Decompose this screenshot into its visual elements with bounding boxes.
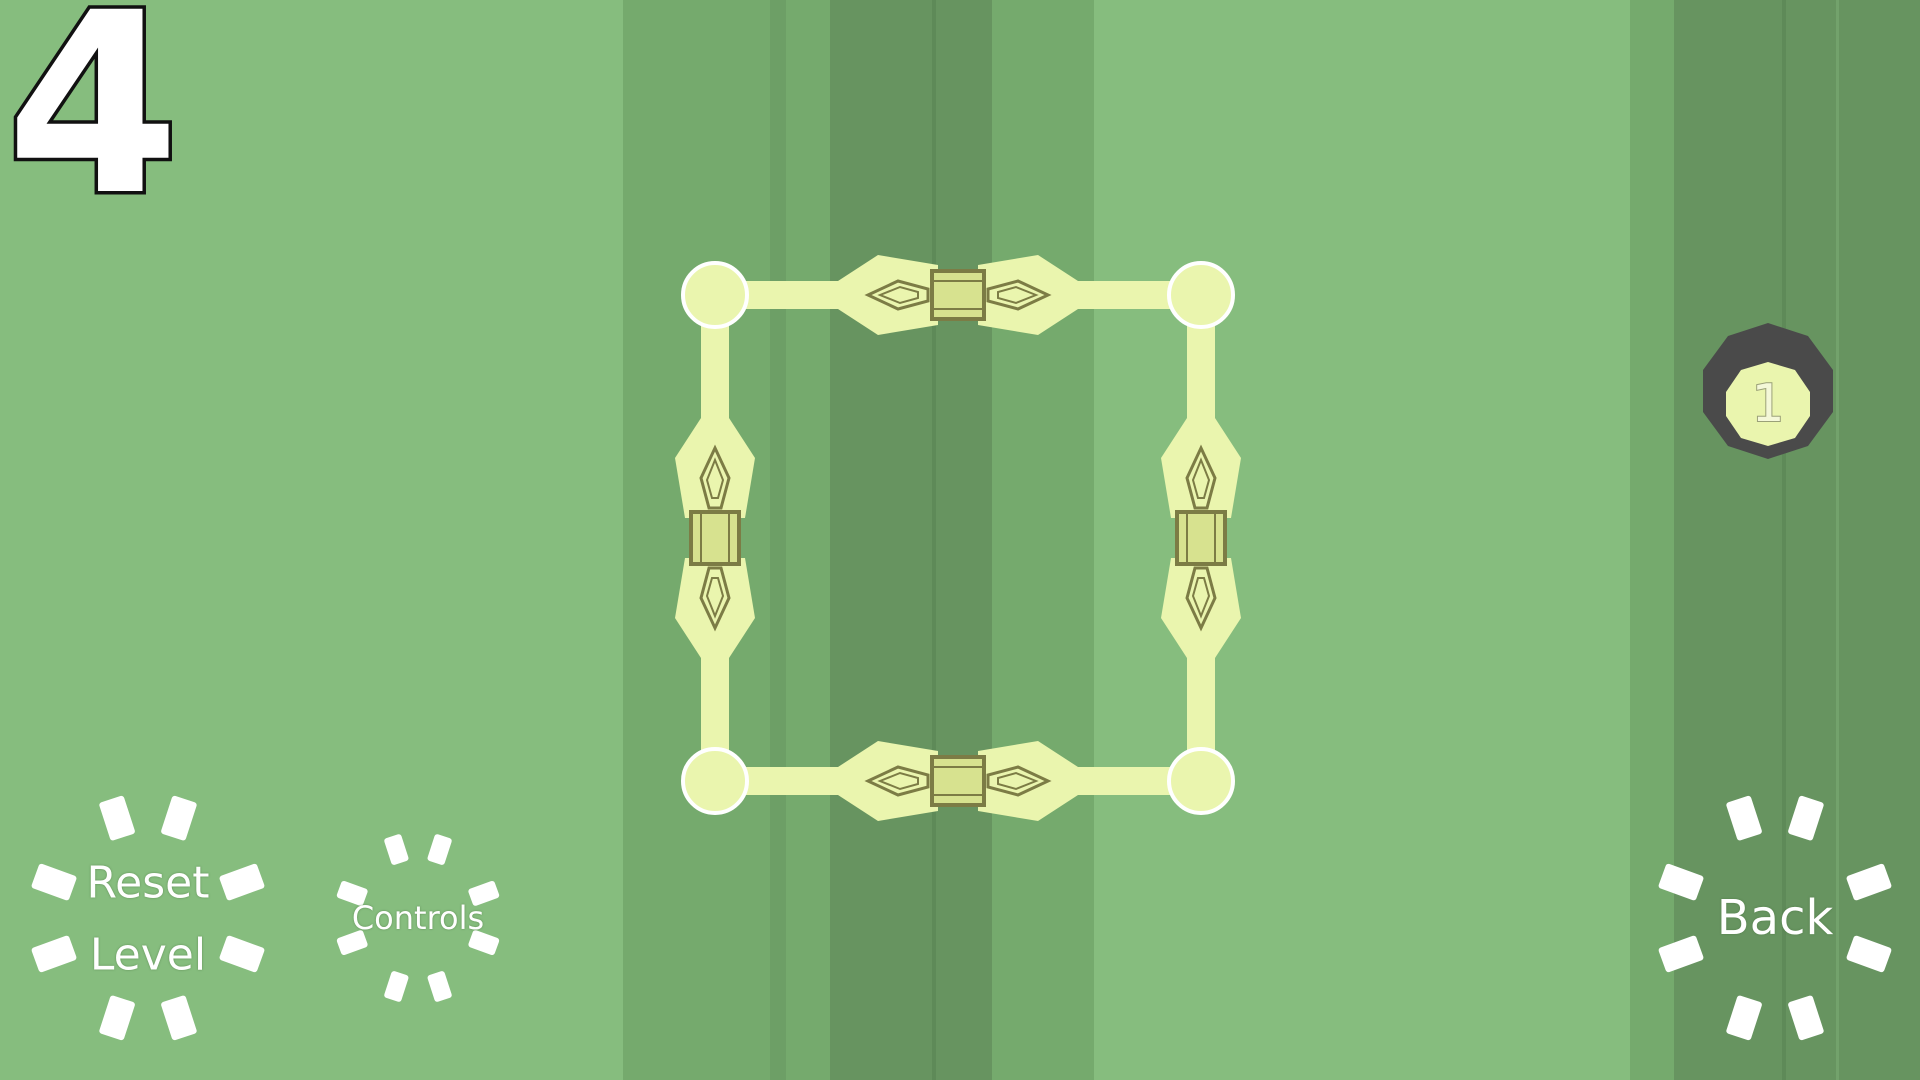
reset-label-line1: Reset <box>86 857 210 909</box>
game-stage: 4 1 Reset Level Controls Back <box>0 0 1920 1080</box>
controls-label: Controls <box>351 899 485 937</box>
back-label: Back <box>1716 890 1834 946</box>
reset-label-line2: Level <box>89 929 207 981</box>
reset-level-button[interactable] <box>30 800 270 1030</box>
move-counter-value: 1 <box>1750 374 1785 434</box>
button-burst-layer <box>31 795 1892 1041</box>
